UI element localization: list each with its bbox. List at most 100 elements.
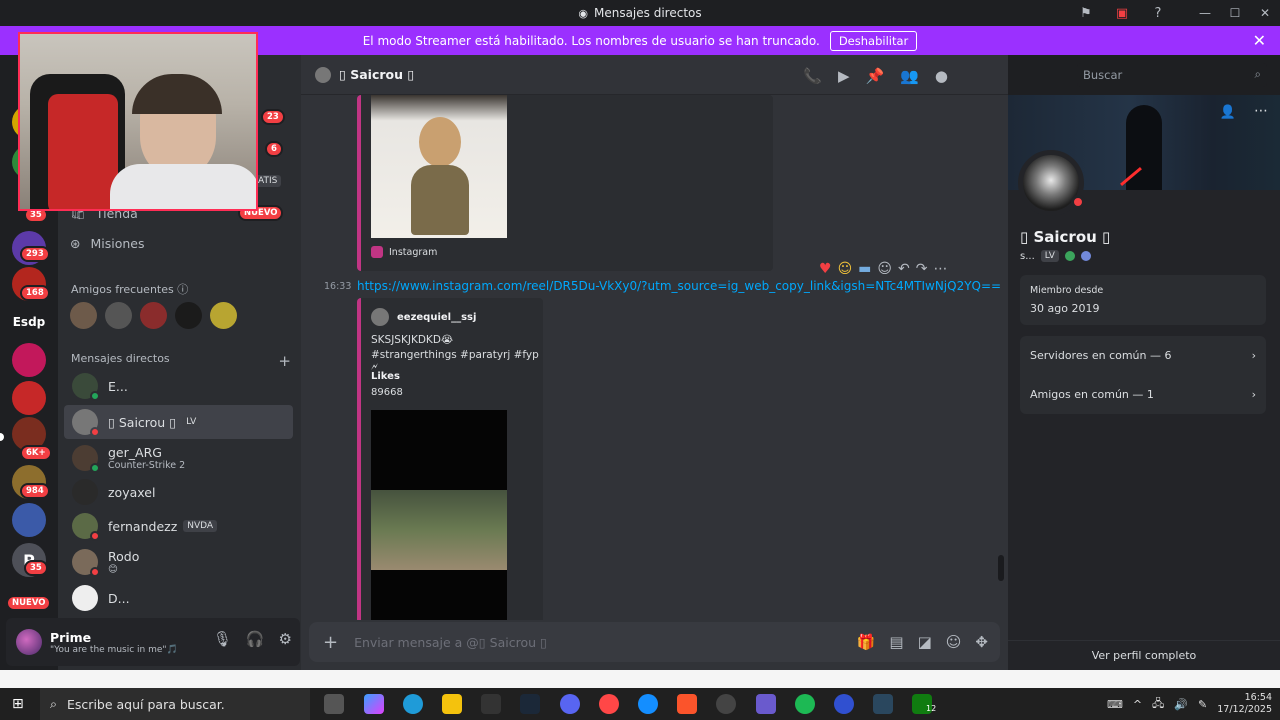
- discord-taskbar-icon[interactable]: [560, 694, 580, 714]
- volume-icon[interactable]: 🔊: [1174, 698, 1188, 711]
- close-window-button[interactable]: ✕: [1250, 0, 1280, 26]
- dm-item[interactable]: D...: [64, 581, 293, 615]
- more-options-icon[interactable]: ⋯: [1254, 103, 1268, 119]
- search-input[interactable]: Buscar ⌕: [1077, 63, 1267, 87]
- user-panel: Prime "You are the music in me"🎵 🎙 🎧 ⚙: [6, 618, 300, 666]
- system-tray: ⌨ ^ 🖧 🔊 ✎ 16:54 17/12/2025: [1107, 688, 1272, 720]
- settings-gear-icon[interactable]: ⚙: [279, 630, 292, 648]
- steam-icon[interactable]: [873, 694, 893, 714]
- dm-item[interactable]: E...: [64, 369, 293, 403]
- disable-streamer-button[interactable]: Deshabilitar: [829, 30, 918, 51]
- close-streamer-bar-icon[interactable]: ✕: [1253, 31, 1266, 50]
- smile-reaction-icon[interactable]: ☺: [838, 261, 853, 277]
- maximize-button[interactable]: ☐: [1220, 0, 1250, 26]
- friend-avatar[interactable]: [105, 302, 132, 329]
- microphone-icon[interactable]: 🎙: [213, 630, 232, 648]
- windows-start-icon[interactable]: ⊞: [12, 696, 24, 712]
- friend-avatar[interactable]: [175, 302, 202, 329]
- badge-icon: [1080, 251, 1091, 261]
- app-icon[interactable]: [716, 694, 736, 714]
- battlenet-icon[interactable]: [638, 694, 658, 714]
- forward-icon[interactable]: ↷: [916, 261, 928, 277]
- embed-video[interactable]: [371, 410, 507, 620]
- emoji-icon[interactable]: ☺: [946, 633, 962, 651]
- gif-icon[interactable]: ▤: [889, 633, 903, 651]
- mention-badge: 293: [20, 246, 50, 262]
- dm-item-saicrou[interactable]: ▯ Saicrou ▯ LV: [64, 405, 293, 439]
- ea-icon[interactable]: [599, 694, 619, 714]
- mutual-servers-row[interactable]: Servidores en común — 6 ›: [1020, 336, 1266, 375]
- spotify-icon[interactable]: [795, 694, 815, 714]
- video-call-icon[interactable]: ▶: [838, 67, 850, 85]
- gamepad-icon[interactable]: [756, 694, 776, 714]
- message-link[interactable]: https://www.instagram.com/reel/DR5Du-VkX…: [357, 279, 1001, 293]
- dm-item[interactable]: fernandezz NVDA: [64, 509, 293, 543]
- mention-badge: 23: [261, 109, 285, 125]
- server-icon[interactable]: [12, 503, 46, 537]
- profile-subline: s... LV: [1020, 250, 1091, 262]
- chat-scrollbar[interactable]: [998, 555, 1004, 581]
- nav-quests[interactable]: ⊛ Misiones: [70, 236, 145, 251]
- pinned-messages-icon[interactable]: 📌: [866, 67, 885, 85]
- sticker-icon[interactable]: ◪: [918, 633, 932, 651]
- frequent-friends-row: [70, 302, 237, 329]
- minimize-button[interactable]: —: [1190, 0, 1220, 26]
- app-icon[interactable]: [834, 694, 854, 714]
- esdp-server[interactable]: Esdp: [12, 305, 46, 339]
- friend-avatar[interactable]: [140, 302, 167, 329]
- task-view-icon[interactable]: [324, 694, 344, 714]
- chevron-right-icon: ›: [1251, 349, 1256, 362]
- user-profile-icon[interactable]: ●: [935, 67, 948, 85]
- heart-reaction-icon[interactable]: ♥: [819, 261, 832, 277]
- user-avatar[interactable]: [16, 629, 42, 655]
- headphones-icon[interactable]: 🎧: [246, 630, 265, 648]
- add-friends-to-dm-icon[interactable]: 👥: [900, 67, 919, 85]
- embed-author-avatar: [371, 308, 389, 326]
- dm-item[interactable]: zoyaxel: [64, 475, 293, 509]
- pen-icon[interactable]: ✎: [1198, 698, 1207, 711]
- reply-icon[interactable]: ↶: [898, 261, 910, 277]
- file-explorer-icon[interactable]: [442, 694, 462, 714]
- edge-icon[interactable]: [403, 694, 423, 714]
- embed-image[interactable]: [371, 95, 507, 238]
- taskbar: ⊞ ⌕ Escribe aquí para buscar. 12 ⌨ ^ 🖧 🔊…: [0, 688, 1280, 720]
- message-input[interactable]: Enviar mensaje a @▯ Saicrou ▯: [354, 635, 547, 650]
- server-icon[interactable]: [12, 381, 46, 415]
- taskbar-search[interactable]: ⌕ Escribe aquí para buscar.: [40, 688, 310, 720]
- chevron-up-icon[interactable]: ^: [1133, 698, 1142, 711]
- embed-author[interactable]: eezequiel__ssj: [397, 312, 476, 323]
- dm-item[interactable]: ger_ARG Counter-Strike 2: [64, 441, 293, 475]
- add-friend-icon[interactable]: 👤: [1220, 105, 1236, 120]
- voice-call-icon[interactable]: 📞: [803, 67, 822, 85]
- friend-avatar[interactable]: [210, 302, 237, 329]
- horizontal-scrollbar: [0, 670, 1280, 688]
- more-options-icon[interactable]: ⋯: [933, 261, 947, 277]
- profile-avatar[interactable]: [1018, 150, 1085, 216]
- apps-icon[interactable]: ✥: [975, 633, 988, 651]
- screen-share-icon[interactable]: ▣: [1104, 0, 1140, 26]
- brave-icon[interactable]: [677, 694, 697, 714]
- epic-games-icon[interactable]: [481, 694, 501, 714]
- clock[interactable]: 16:54 17/12/2025: [1217, 692, 1272, 716]
- dm-item[interactable]: Rodo 😊: [64, 545, 293, 579]
- flag-reaction-icon[interactable]: ▬: [858, 261, 871, 277]
- keyboard-icon[interactable]: ⌨: [1107, 698, 1123, 711]
- attach-plus-icon[interactable]: +: [323, 632, 338, 653]
- help-icon[interactable]: ?: [1140, 0, 1176, 26]
- network-icon[interactable]: 🖧: [1152, 695, 1164, 714]
- inbox-flag-icon[interactable]: ⚑: [1068, 0, 1104, 26]
- unread-pill: [0, 433, 4, 441]
- copilot-icon[interactable]: [364, 694, 384, 714]
- create-dm-icon[interactable]: +: [278, 352, 291, 370]
- gift-icon[interactable]: 🎁: [857, 633, 876, 651]
- add-reaction-icon[interactable]: ☺: [877, 261, 892, 277]
- view-full-profile-link[interactable]: Ver perfil completo: [1008, 640, 1280, 670]
- nitro-tag: ATIS: [254, 175, 282, 187]
- likes-value: 89668: [371, 387, 403, 398]
- server-icon[interactable]: [12, 343, 46, 377]
- mutual-friends-row[interactable]: Amigos en común — 1 ›: [1020, 375, 1266, 414]
- steam-icon[interactable]: [520, 694, 540, 714]
- friend-avatar[interactable]: [70, 302, 97, 329]
- message-composer[interactable]: + Enviar mensaje a @▯ Saicrou ▯ 🎁 ▤ ◪ ☺ …: [309, 622, 1000, 662]
- mention-badge: 984: [20, 483, 50, 499]
